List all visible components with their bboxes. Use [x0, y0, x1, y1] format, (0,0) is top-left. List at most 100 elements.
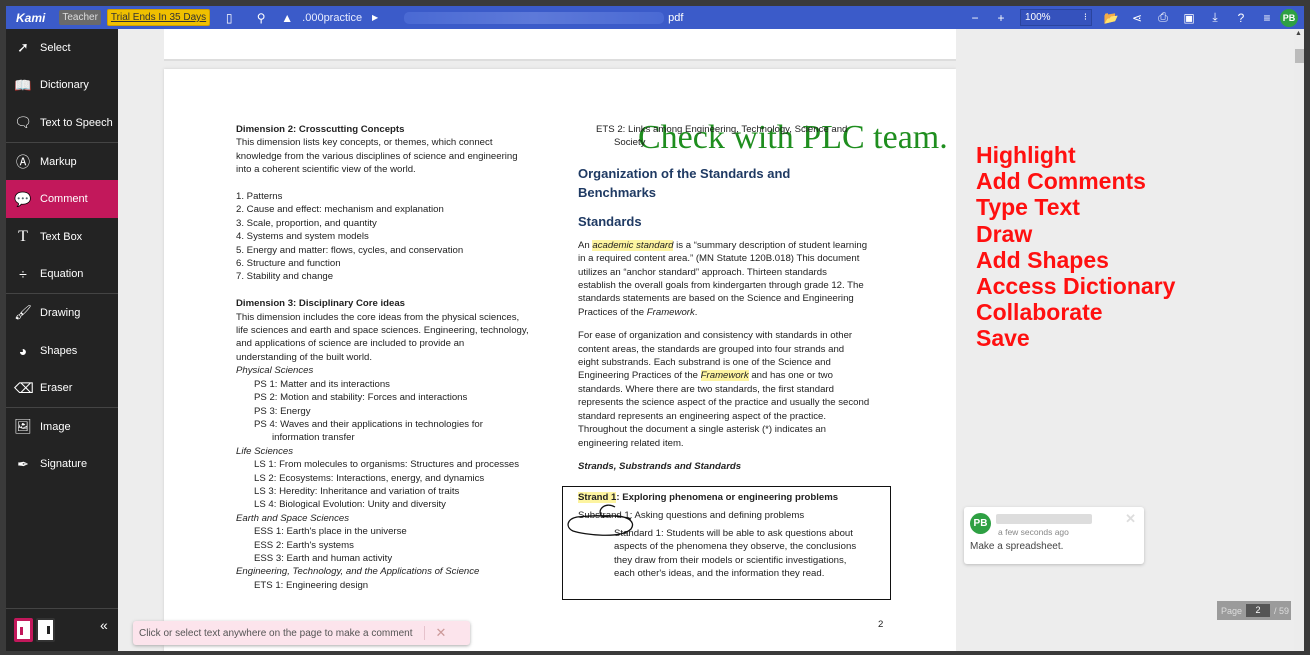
download-icon[interactable]: ⤓ — [1206, 9, 1224, 27]
sidebar-item-select[interactable]: ➚ Select — [6, 29, 118, 67]
drive-icon[interactable]: ▲ — [278, 9, 296, 27]
heading-line: Organization of the Standards and — [578, 165, 791, 181]
list-item: LS 1: From molecules to organisms: Struc… — [254, 459, 520, 471]
text-line: standards statements are based on the Sc… — [578, 293, 854, 305]
sidebar-item-comment[interactable]: 💬 Comment — [6, 180, 118, 218]
list-item: information transfer — [272, 432, 355, 444]
scrollbar[interactable]: ▲ — [1294, 29, 1304, 651]
text-icon: T — [18, 227, 28, 245]
dim3-title: Dimension 3: Disciplinary Core ideas — [236, 298, 406, 310]
scroll-up-icon[interactable]: ▲ — [1295, 30, 1302, 37]
sidebar-item-equation[interactable]: ÷ Equation — [6, 256, 118, 294]
strand-box[interactable]: Strand 1: Exploring phenomena or enginee… — [562, 486, 891, 600]
page-navigator: Page 2 / 59 — [1217, 601, 1291, 620]
list-item: 2. Cause and effect: mechanism and expla… — [236, 204, 444, 216]
divider — [424, 626, 426, 640]
page-input[interactable]: 2 — [1246, 604, 1271, 617]
app-window: Kami Teacher Trial Ends In 35 Days ▯ ⚲ ▲… — [6, 6, 1304, 651]
zoom-in-icon[interactable]: + — [992, 9, 1010, 27]
help-icon[interactable]: ? — [1232, 9, 1250, 27]
layout-toggles: « — [6, 608, 118, 651]
print-icon[interactable]: ⎙ — [1154, 9, 1172, 27]
left-panel-toggle[interactable] — [14, 618, 33, 642]
ps-title: Physical Sciences — [236, 365, 314, 377]
text-span: is a “summary description of student lea… — [673, 239, 868, 251]
sidebar-item-eraser[interactable]: ⌫ Eraser — [6, 369, 118, 407]
close-icon[interactable]: ✕ — [1125, 511, 1136, 527]
freehand-circle-drawing[interactable] — [565, 501, 645, 541]
comment-card[interactable]: PB a few seconds ago Make a spreadsheet.… — [964, 507, 1144, 564]
highlighted-text[interactable]: academic standard — [592, 239, 674, 251]
left-column: Dimension 2: Crosscutting Concepts This … — [236, 123, 546, 592]
document-viewer[interactable]: Check with PLC team. Dimension 2: Crossc… — [118, 29, 956, 651]
text-line: engineering related item. — [578, 437, 684, 449]
pdf-page[interactable]: Check with PLC team. Dimension 2: Crossc… — [164, 69, 956, 651]
list-item: 5. Energy and matter: flows, cycles, and… — [236, 244, 464, 256]
text-line: understanding of the built world. — [236, 351, 372, 363]
comment-avatar: PB — [970, 513, 991, 534]
page-label: Page — [1221, 605, 1243, 616]
zoom-value: 100% — [1025, 12, 1051, 23]
shapes-icon: ◕ — [18, 342, 28, 359]
folder-open-icon[interactable]: 📂 — [1102, 9, 1120, 27]
sidebar-item-label: Shapes — [40, 344, 78, 357]
sidebar-toggle-icon[interactable]: ▯ — [220, 9, 238, 27]
text-span: . — [694, 306, 698, 318]
text-line: For ease of organization and consistency… — [578, 330, 853, 342]
commenter-name-redacted — [996, 514, 1092, 524]
list-item: ESS 2: Earth's systems — [254, 539, 354, 551]
list-item: LS 2: Ecosystems: Interactions, energy, … — [254, 472, 485, 484]
file-extension: pdf — [668, 11, 684, 24]
list-item: ESS 3: Earth and human activity — [254, 552, 393, 564]
menu-icon[interactable]: ≡ — [1258, 9, 1276, 27]
search-icon[interactable]: ⚲ — [252, 9, 270, 27]
scrollbar-thumb[interactable] — [1295, 49, 1304, 63]
sidebar-item-drawing[interactable]: 🖌 Drawing — [6, 294, 118, 332]
comment-text: Make a spreadsheet. — [970, 541, 1064, 552]
text-line: utilizes an “anchor standard” approach. … — [578, 266, 827, 278]
text-line: Practices of the Framework. — [578, 306, 898, 319]
sidebar-item-label: Dictionary — [40, 79, 89, 92]
sidebar-item-text-to-speech[interactable]: 🗨 Text to Speech — [6, 104, 118, 142]
text-span: Framework — [646, 306, 695, 318]
highlighted-text[interactable]: Framework — [700, 370, 749, 382]
feature-item: Save — [976, 325, 1030, 352]
close-icon[interactable]: ✕ — [435, 625, 446, 641]
comment-hint-toast: Click or select text anywhere on the pag… — [133, 621, 470, 645]
user-avatar[interactable]: PB — [1280, 8, 1298, 27]
ls-title: Life Sciences — [236, 445, 294, 457]
trial-badge[interactable]: Trial Ends In 35 Days — [106, 9, 211, 26]
text-line: Engineering Practices of the Framework a… — [578, 369, 898, 382]
kami-logo[interactable]: Kami — [16, 11, 45, 25]
feature-item: Type Text — [976, 194, 1080, 221]
text-line: eight substrands. Each substrand is one … — [578, 357, 831, 369]
list-item: ETS 1: Engineering design — [254, 579, 369, 591]
zoom-out-icon[interactable]: − — [966, 9, 984, 27]
text-span: Practices of the — [578, 306, 647, 318]
list-item: PS 2: Motion and stability: Forces and i… — [254, 392, 468, 404]
text-line: they draw from their models or scientifi… — [614, 554, 847, 566]
text-line: into a coherent scientific view of the w… — [236, 164, 416, 176]
right-panel-toggle[interactable] — [36, 618, 55, 642]
text-line: represents the science aspect of the pra… — [578, 397, 870, 409]
text-line: Throughout the document a single asteris… — [578, 424, 826, 436]
list-item: ETS 2: Links among Engineering, Technolo… — [596, 124, 848, 135]
right-toolbar: − + 100% ⁝ 📂 ⋖ ⎙ ▣ ⤓ ? ≡ PB — [962, 6, 1298, 29]
share-icon[interactable]: ⋖ — [1128, 9, 1146, 27]
collapse-sidebar-icon[interactable]: « — [100, 617, 108, 633]
text-line: and applications of science are included… — [236, 338, 465, 350]
sidebar-item-image[interactable]: 🖼 Image — [6, 408, 118, 446]
breadcrumb-folder[interactable]: .000practice — [302, 12, 362, 24]
sidebar-item-signature[interactable]: ✒ Signature — [6, 446, 118, 484]
feature-item: Add Shapes — [976, 246, 1109, 273]
sidebar-item-shapes[interactable]: ◕ Shapes — [6, 332, 118, 370]
sidebar-item-dictionary[interactable]: 📖 Dictionary — [6, 67, 118, 105]
feature-item: Draw — [976, 220, 1033, 247]
sidebar-item-text-box[interactable]: T Text Box — [6, 218, 118, 256]
save-icon[interactable]: ▣ — [1180, 9, 1198, 27]
sidebar-item-markup[interactable]: Ⓐ Markup — [6, 143, 118, 181]
hint-text: Click or select text anywhere on the pag… — [139, 627, 413, 639]
zoom-select[interactable]: 100% ⁝ — [1020, 9, 1092, 26]
sidebar-item-label: Drawing — [40, 306, 81, 319]
text-line: An academic standard is a “summary descr… — [578, 239, 898, 252]
